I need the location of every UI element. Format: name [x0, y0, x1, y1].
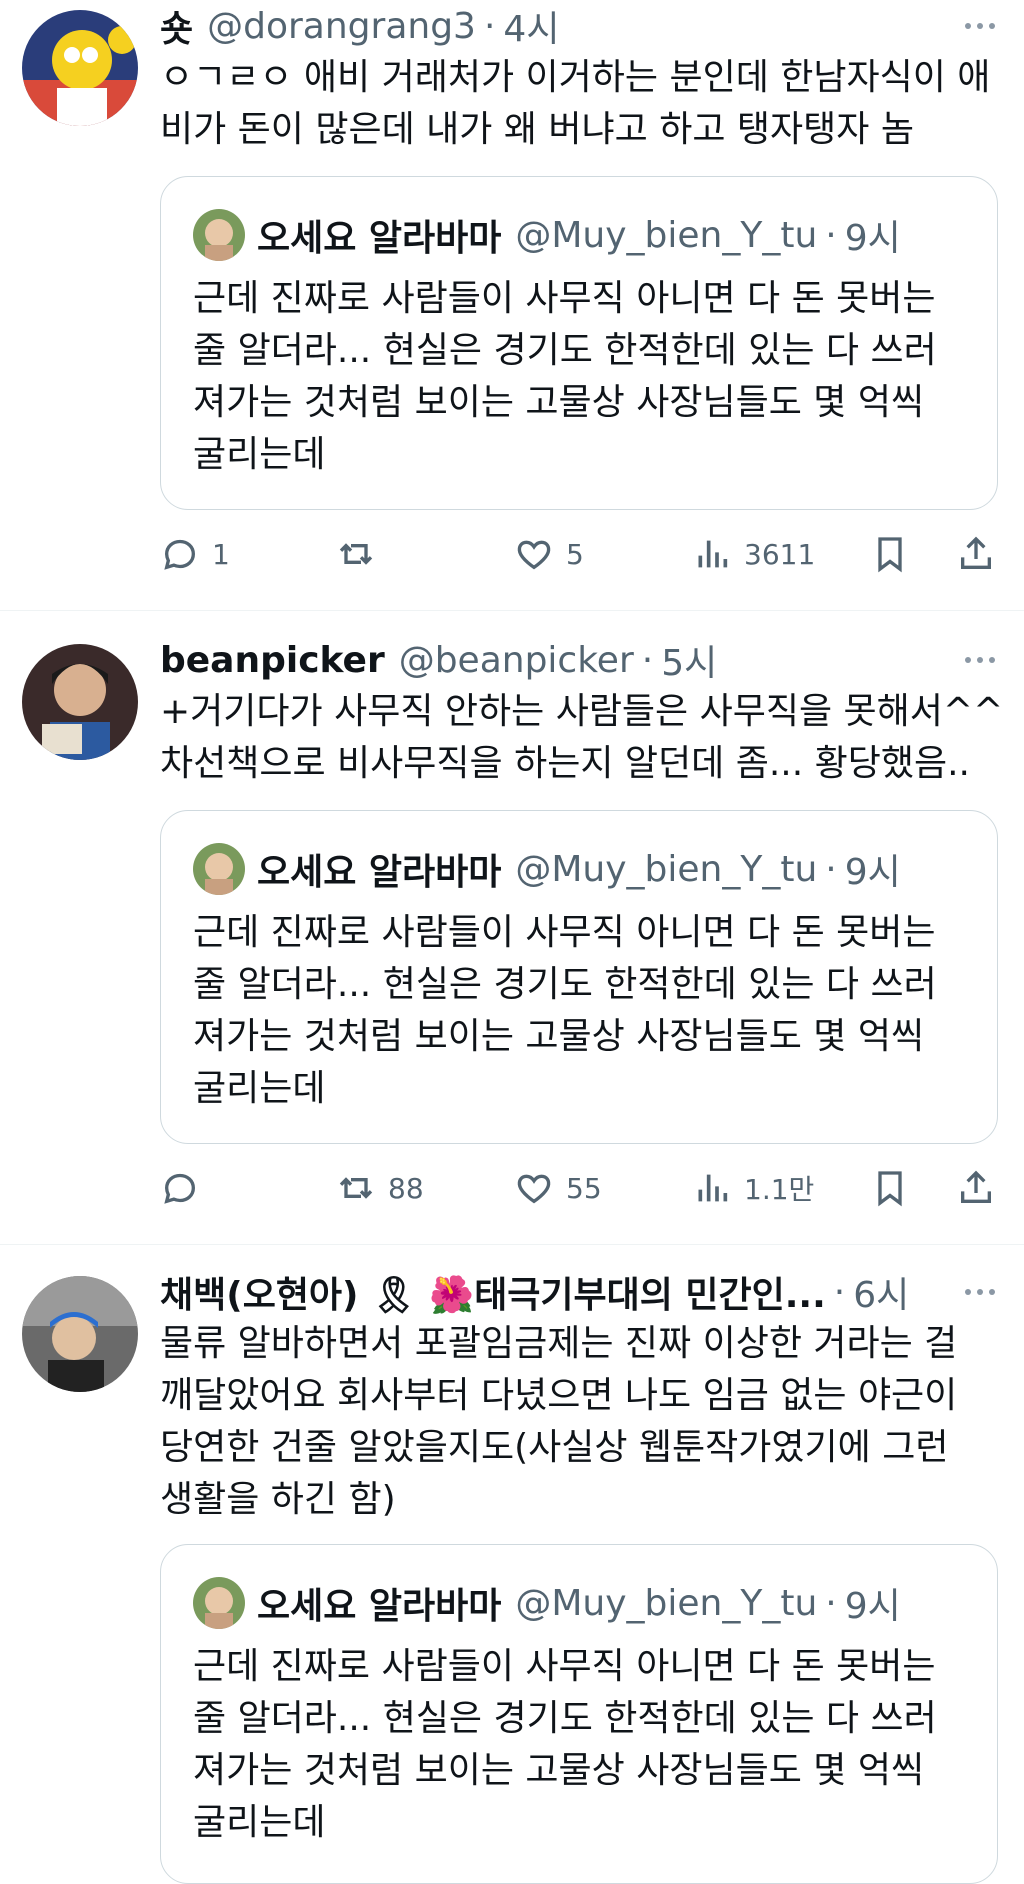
display-name[interactable]: 채백(오현아) 🎗 🌺태극기부대의 민간인... — [160, 1266, 826, 1318]
quote-text: 근데 진짜로 사람들이 사무직 아니면 다 돈 못버는 줄 알더라... 현실은… — [193, 907, 965, 1115]
quote-display-name: 오세요 알라바마 — [257, 218, 502, 259]
bookmark-button[interactable] — [870, 530, 910, 578]
timestamp[interactable]: 6시 — [853, 1266, 909, 1318]
separator-dot: · — [641, 639, 654, 681]
avatar[interactable] — [22, 644, 138, 760]
text-line: 줄 알더라... 현실은 경기도 한적한데 있는 다 쓰러 — [193, 330, 937, 371]
separator-dot: · — [483, 5, 496, 47]
separator-dot: · — [825, 214, 837, 256]
share-button[interactable] — [956, 1164, 996, 1212]
quoted-tweet[interactable]: 오세요 알라바마 @Muy_bien_Y_tu · 9시 근데 진짜로 사람들이… — [160, 176, 998, 510]
avatar[interactable] — [22, 10, 138, 126]
action-bar: 1 5 3611 — [160, 530, 1002, 578]
views-count: 3611 — [744, 537, 816, 571]
quote-user-handle: @Muy_bien_Y_tu — [515, 848, 818, 890]
like-icon — [517, 1174, 551, 1204]
reply-count: 1 — [212, 537, 230, 571]
views-button[interactable]: 1.1만 — [692, 1164, 814, 1212]
text-line: 져가는 것처럼 보이는 고물상 사장님들도 몇 억씩 — [193, 1750, 925, 1791]
bookmark-button[interactable] — [870, 1164, 910, 1212]
text-line: 차선책으로 비사무직을 하는지 알던데 좀... 황당했음.. — [160, 743, 970, 784]
text-line: 당연한 건줄 알았을지도(사실상 웹툰작가였기에 그런 — [160, 1427, 949, 1468]
separator-dot: · — [833, 1271, 846, 1313]
user-handle[interactable]: @dorangrang3 — [207, 6, 476, 47]
retweet-button[interactable]: 88 — [336, 1164, 424, 1212]
retweet-button[interactable] — [336, 530, 388, 578]
text-line: 물류 알바하면서 포괄임금제는 진짜 이상한 거라는 걸 — [160, 1323, 958, 1364]
quote-text: 근데 진짜로 사람들이 사무직 아니면 다 돈 못버는 줄 알더라... 현실은… — [193, 273, 965, 481]
retweet-icon — [339, 1177, 373, 1199]
more-icon[interactable] — [958, 640, 1002, 680]
user-handle[interactable]: @beanpicker — [399, 640, 634, 681]
quote-timestamp: 9시 — [844, 1586, 901, 1627]
more-icon[interactable] — [958, 6, 1002, 46]
tweet-text: 물류 알바하면서 포괄임금제는 진짜 이상한 거라는 걸 깨달았어요 회사부터 … — [160, 1318, 1002, 1526]
retweet-count: 88 — [388, 1171, 424, 1205]
text-line: 깨달았어요 회사부터 다녔으면 나도 임금 없는 야근이 — [160, 1375, 958, 1416]
text-line: 굴리는데 — [193, 1802, 326, 1843]
quote-display-name: 오세요 알라바마 — [257, 1586, 502, 1627]
tweet-1[interactable]: 숏 @dorangrang3 · 4시 ㅇㄱㄹㅇ 애비 거래처가 이거하는 분인… — [0, 0, 1024, 610]
text-line: 굴리는데 — [193, 1068, 326, 1109]
divider — [0, 1244, 1024, 1245]
text-line: 비가 돈이 많은데 내가 왜 버냐고 하고 탱자탱자 놈 — [160, 109, 914, 150]
text-line: 져가는 것처럼 보이는 고물상 사장님들도 몇 억씩 — [193, 1016, 925, 1057]
like-count: 5 — [566, 537, 584, 571]
views-icon — [698, 540, 728, 568]
quoted-tweet[interactable]: 오세요 알라바마 @Muy_bien_Y_tu · 9시 근데 진짜로 사람들이… — [160, 1544, 998, 1884]
reply-button[interactable] — [160, 1164, 212, 1212]
text-line: 근데 진짜로 사람들이 사무직 아니면 다 돈 못버는 — [193, 278, 936, 319]
text-line: 줄 알더라... 현실은 경기도 한적한데 있는 다 쓰러 — [193, 964, 937, 1005]
quote-avatar — [193, 1577, 245, 1629]
share-button[interactable] — [956, 530, 996, 578]
avatar[interactable] — [22, 1276, 138, 1392]
bookmark-icon — [878, 1171, 902, 1207]
text-line: 근데 진짜로 사람들이 사무직 아니면 다 돈 못버는 — [193, 912, 936, 953]
text-line: 줄 알더라... 현실은 경기도 한적한데 있는 다 쓰러 — [193, 1698, 937, 1739]
tweet-3[interactable]: 채백(오현아) 🎗 🌺태극기부대의 민간인... · 6시 물류 알바하면서 포… — [0, 1266, 1024, 1884]
separator-dot: · — [825, 1582, 837, 1624]
quote-avatar — [193, 209, 245, 261]
like-icon — [517, 540, 551, 570]
tweet-text: +거기다가 사무직 안하는 사람들은 사무직을 못해서^^ 차선책으로 비사무직… — [160, 686, 1004, 790]
quote-text: 근데 진짜로 사람들이 사무직 아니면 다 돈 못버는 줄 알더라... 현실은… — [193, 1641, 965, 1849]
display-name[interactable]: beanpicker — [160, 640, 385, 681]
quote-user-handle: @Muy_bien_Y_tu — [515, 214, 818, 256]
tweet-2[interactable]: beanpicker @beanpicker · 5시 +거기다가 사무직 안하… — [0, 634, 1024, 1244]
quote-timestamp: 9시 — [844, 218, 901, 259]
reply-icon — [164, 539, 196, 570]
text-line: 굴리는데 — [193, 434, 326, 475]
like-button[interactable]: 55 — [514, 1164, 602, 1212]
views-button[interactable]: 3611 — [692, 530, 815, 578]
text-line: 져가는 것처럼 보이는 고물상 사장님들도 몇 억씩 — [193, 382, 925, 423]
text-line: +거기다가 사무직 안하는 사람들은 사무직을 못해서^^ — [160, 691, 1004, 732]
text-line: ㅇㄱㄹㅇ 애비 거래처가 이거하는 분인데 한남자식이 애 — [160, 57, 991, 98]
quote-timestamp: 9시 — [844, 852, 901, 893]
views-count: 1.1만 — [744, 1173, 815, 1206]
action-bar: 88 55 1.1만 — [160, 1164, 1002, 1212]
display-name[interactable]: 숏 — [160, 0, 193, 52]
bookmark-icon — [878, 537, 902, 573]
share-icon — [961, 1170, 991, 1203]
separator-dot: · — [825, 848, 837, 890]
quote-display-name: 오세요 알라바마 — [257, 852, 502, 893]
like-button[interactable]: 5 — [514, 530, 584, 578]
quote-user-handle: @Muy_bien_Y_tu — [515, 1582, 818, 1624]
retweet-icon — [339, 543, 373, 565]
timestamp[interactable]: 4시 — [503, 0, 559, 52]
quote-avatar — [193, 843, 245, 895]
more-icon[interactable] — [958, 1272, 1002, 1312]
like-count: 55 — [566, 1171, 602, 1205]
tweet-text: ㅇㄱㄹㅇ 애비 거래처가 이거하는 분인데 한남자식이 애 비가 돈이 많은데 … — [160, 52, 1002, 156]
timestamp[interactable]: 5시 — [661, 634, 717, 686]
reply-button[interactable]: 1 — [160, 530, 230, 578]
quoted-tweet[interactable]: 오세요 알라바마 @Muy_bien_Y_tu · 9시 근데 진짜로 사람들이… — [160, 810, 998, 1144]
views-icon — [698, 1174, 728, 1202]
divider — [0, 610, 1024, 611]
text-line: 생활을 하긴 함) — [160, 1479, 396, 1520]
share-icon — [961, 536, 991, 569]
reply-icon — [164, 1173, 196, 1204]
text-line: 근데 진짜로 사람들이 사무직 아니면 다 돈 못버는 — [193, 1646, 936, 1687]
